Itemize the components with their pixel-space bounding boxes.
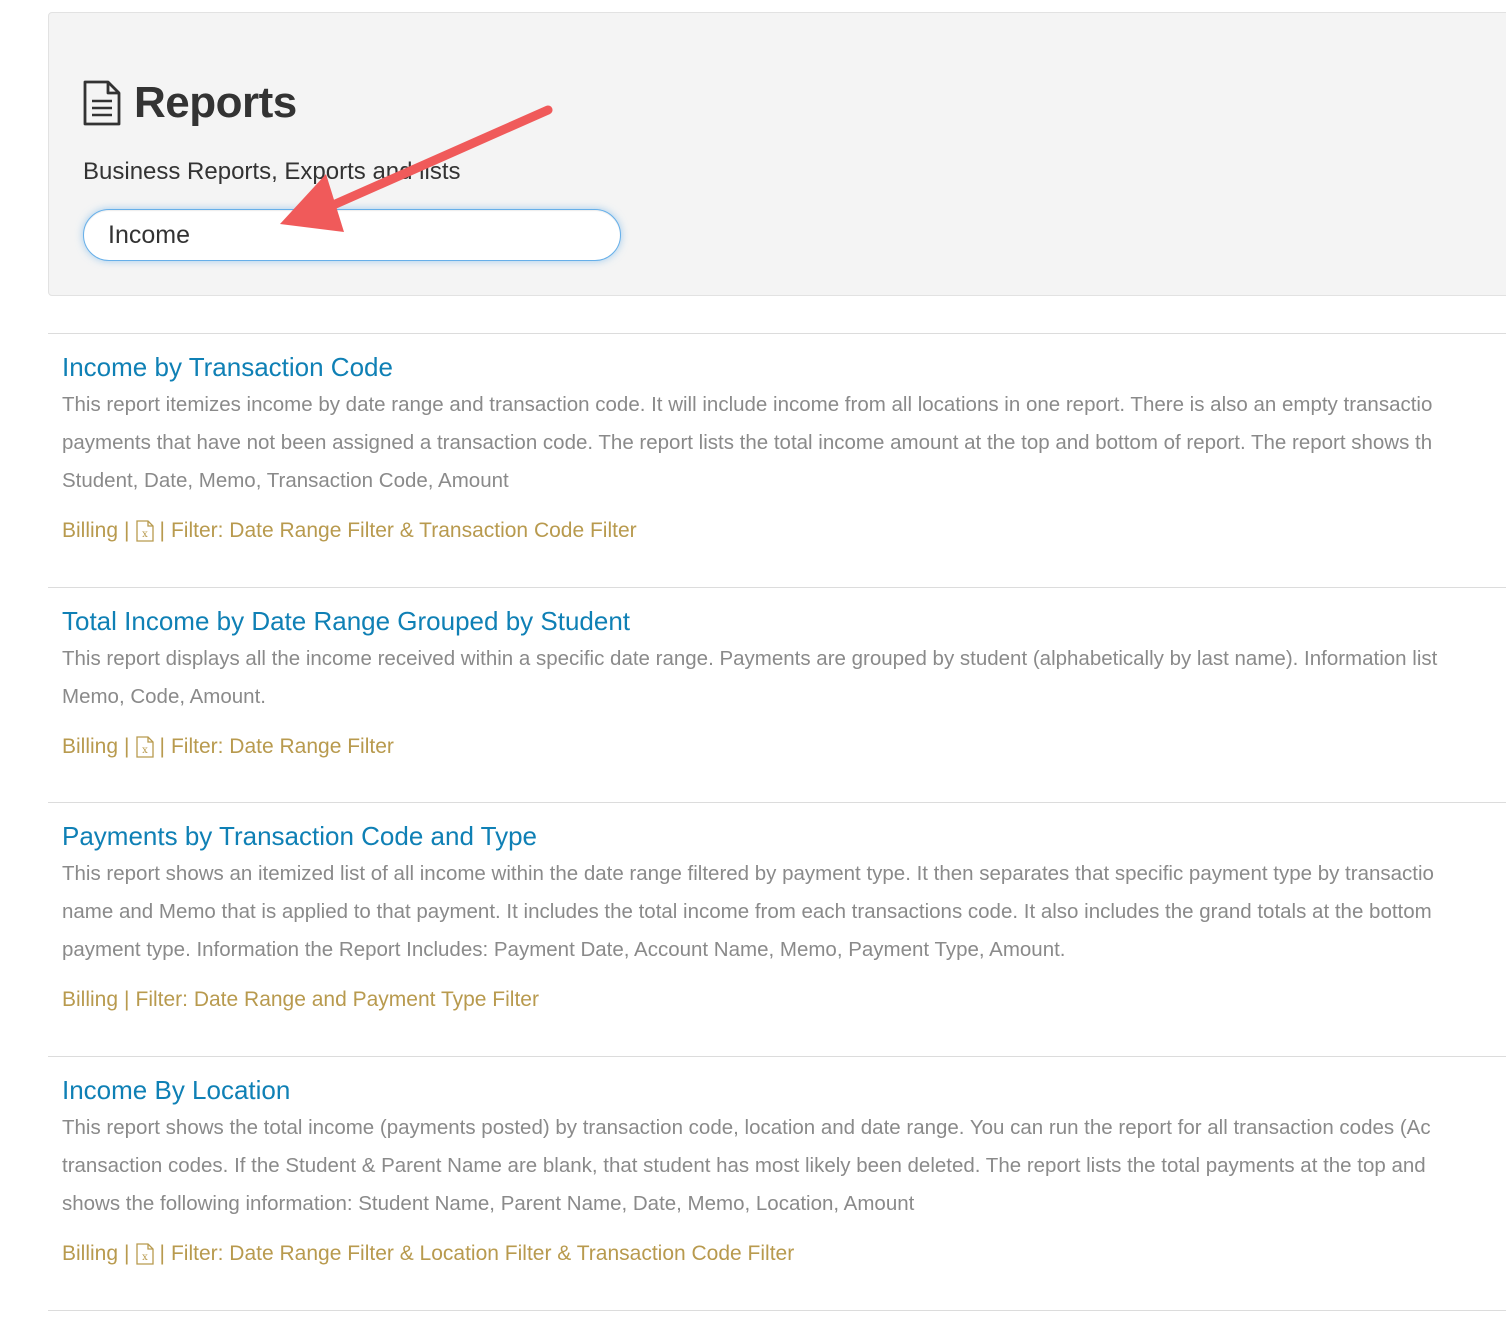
report-title-link[interactable]: Total Income by Date Range Grouped by St…	[62, 604, 1506, 638]
svg-text:x: x	[142, 1252, 148, 1263]
separator: |	[124, 735, 130, 758]
report-meta: Billing | x | Filter: Date Range Filter	[62, 734, 1506, 760]
page-subtitle: Business Reports, Exports and lists	[83, 158, 461, 185]
separator: |	[124, 1242, 130, 1265]
report-title-link[interactable]: Payments by Transaction Code and Type	[62, 819, 1506, 853]
report-item: Income By Location This report shows the…	[48, 1056, 1506, 1310]
separator: |	[159, 735, 165, 758]
filter-label: Filter: Date Range and Payment Type Filt…	[135, 988, 539, 1011]
description-line: Memo, Code, Amount.	[62, 685, 266, 708]
description-line: transaction codes. If the Student & Pare…	[62, 1154, 1426, 1177]
separator: |	[124, 988, 130, 1011]
document-icon	[83, 80, 121, 126]
category-link[interactable]: Billing	[62, 988, 118, 1012]
description-line: shows the following information: Student…	[62, 1192, 915, 1215]
description-line: payments that have not been assigned a t…	[62, 431, 1433, 454]
description-line: This report shows the total income (paym…	[62, 1116, 1431, 1139]
separator: |	[124, 519, 130, 542]
excel-export-icon[interactable]: x	[135, 1243, 154, 1265]
report-list: Income by Transaction Code This report i…	[48, 333, 1506, 1312]
svg-text:x: x	[142, 745, 148, 756]
excel-export-icon[interactable]: x	[135, 520, 154, 542]
separator: |	[159, 1242, 165, 1265]
separator: |	[159, 519, 165, 542]
description-line: Student, Date, Memo, Transaction Code, A…	[62, 469, 509, 492]
report-item: Income by Transaction Code This report i…	[48, 333, 1506, 587]
category-link[interactable]: Billing	[62, 735, 118, 759]
category-link[interactable]: Billing	[62, 1242, 118, 1266]
report-title-link[interactable]: Income by Transaction Code	[62, 350, 1506, 384]
svg-text:x: x	[142, 529, 148, 540]
report-meta: Billing | Filter: Date Range and Payment…	[62, 987, 1506, 1013]
filter-label: Filter: Date Range Filter	[170, 735, 394, 758]
report-item: Payments by Transaction Code and Type Th…	[48, 802, 1506, 1056]
page-title: Reports	[134, 78, 297, 127]
reports-page: Reports Business Reports, Exports and li…	[0, 0, 1506, 1318]
report-description: This report displays all the income rece…	[62, 640, 1506, 716]
description-line: payment type. Information the Report Inc…	[62, 938, 1066, 961]
category-link[interactable]: Billing	[62, 519, 118, 543]
description-line: This report itemizes income by date rang…	[62, 393, 1433, 416]
reports-header-panel: Reports Business Reports, Exports and li…	[48, 12, 1506, 296]
report-item: Total Income by Date Range Grouped by St…	[48, 587, 1506, 802]
page-title-row: Reports	[82, 77, 297, 129]
report-description: This report shows the total income (paym…	[62, 1109, 1506, 1223]
report-title-link[interactable]: Income By Location	[62, 1073, 1506, 1107]
report-meta: Billing | x | Filter: Date Range Filter …	[62, 1241, 1506, 1267]
report-meta: Billing | x | Filter: Date Range Filter …	[62, 518, 1506, 544]
report-search-input[interactable]	[83, 209, 621, 261]
list-divider	[48, 1310, 1506, 1312]
excel-export-icon[interactable]: x	[135, 736, 154, 758]
description-line: This report shows an itemized list of al…	[62, 862, 1434, 885]
report-description: This report shows an itemized list of al…	[62, 855, 1506, 969]
description-line: name and Memo that is applied to that pa…	[62, 900, 1432, 923]
filter-label: Filter: Date Range Filter & Transaction …	[170, 519, 637, 542]
description-line: This report displays all the income rece…	[62, 647, 1438, 670]
filter-label: Filter: Date Range Filter & Location Fil…	[170, 1242, 795, 1265]
report-description: This report itemizes income by date rang…	[62, 386, 1506, 500]
